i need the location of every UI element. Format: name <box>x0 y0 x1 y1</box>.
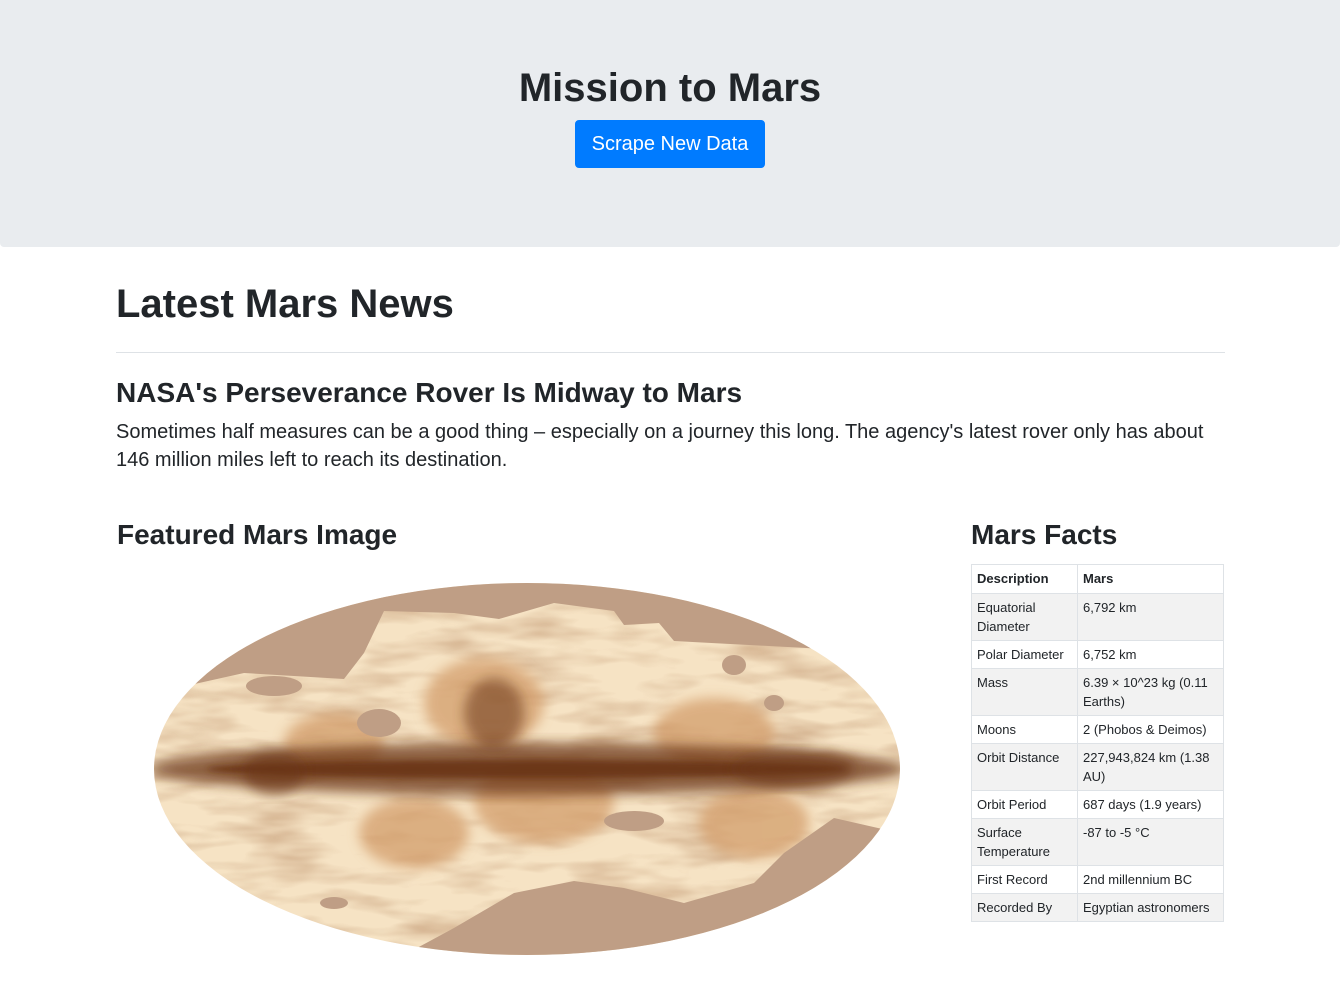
facts-header-row: Description Mars <box>971 564 1224 594</box>
fact-value: -87 to -5 °C <box>1077 818 1224 866</box>
mars-galaxy-map-image <box>154 583 900 955</box>
table-row: Equatorial Diameter 6,792 km <box>971 593 1224 641</box>
table-row: Moons 2 (Phobos & Deimos) <box>971 715 1224 744</box>
featured-image-heading: Featured Mars Image <box>117 519 398 550</box>
scrape-new-data-button[interactable]: Scrape New Data <box>575 120 765 168</box>
table-row: Orbit Period 687 days (1.9 years) <box>971 790 1224 819</box>
facts-column-header: Description <box>971 564 1078 594</box>
news-title: NASA's Perseverance Rover Is Midway to M… <box>116 377 743 408</box>
table-row: First Record 2nd millennium BC <box>971 865 1224 894</box>
featured-mars-image <box>154 583 900 955</box>
fact-value: 6.39 × 10^23 kg (0.11 Earths) <box>1077 668 1224 716</box>
fact-label: First Record <box>971 865 1078 894</box>
fact-label: Mass <box>971 668 1078 716</box>
fact-label: Recorded By <box>971 893 1078 922</box>
fact-value: 227,943,824 km (1.38 AU) <box>1077 743 1224 791</box>
mars-facts-heading: Mars Facts <box>971 519 1118 550</box>
table-row: Surface Temperature -87 to -5 °C <box>971 818 1224 866</box>
fact-label: Polar Diameter <box>971 640 1078 669</box>
fact-value: 687 days (1.9 years) <box>1077 790 1224 819</box>
table-row: Polar Diameter 6,752 km <box>971 640 1224 669</box>
fact-label: Orbit Period <box>971 790 1078 819</box>
fact-value: 6,752 km <box>1077 640 1224 669</box>
fact-label: Orbit Distance <box>971 743 1078 791</box>
fact-value: 2 (Phobos & Deimos) <box>1077 715 1224 744</box>
latest-news-heading: Latest Mars News <box>116 282 454 326</box>
news-teaser: Sometimes half measures can be a good th… <box>116 421 1204 471</box>
fact-label: Surface Temperature <box>971 818 1078 866</box>
table-row: Recorded By Egyptian astronomers <box>971 893 1224 922</box>
table-row: Orbit Distance 227,943,824 km (1.38 AU) <box>971 743 1224 791</box>
facts-column-header: Mars <box>1077 564 1224 594</box>
section-divider <box>116 352 1225 353</box>
fact-label: Moons <box>971 715 1078 744</box>
fact-label: Equatorial Diameter <box>971 593 1078 641</box>
mars-facts-table: Description Mars Equatorial Diameter 6,79… <box>971 564 1224 922</box>
jumbotron-header: Mission to Mars Scrape New Data <box>0 0 1340 247</box>
table-row: Mass 6.39 × 10^23 kg (0.11 Earths) <box>971 668 1224 716</box>
fact-value: 6,792 km <box>1077 593 1224 641</box>
fact-value: Egyptian astronomers <box>1077 893 1224 922</box>
fact-value: 2nd millennium BC <box>1077 865 1224 894</box>
site-title: Mission to Mars <box>518 66 822 110</box>
